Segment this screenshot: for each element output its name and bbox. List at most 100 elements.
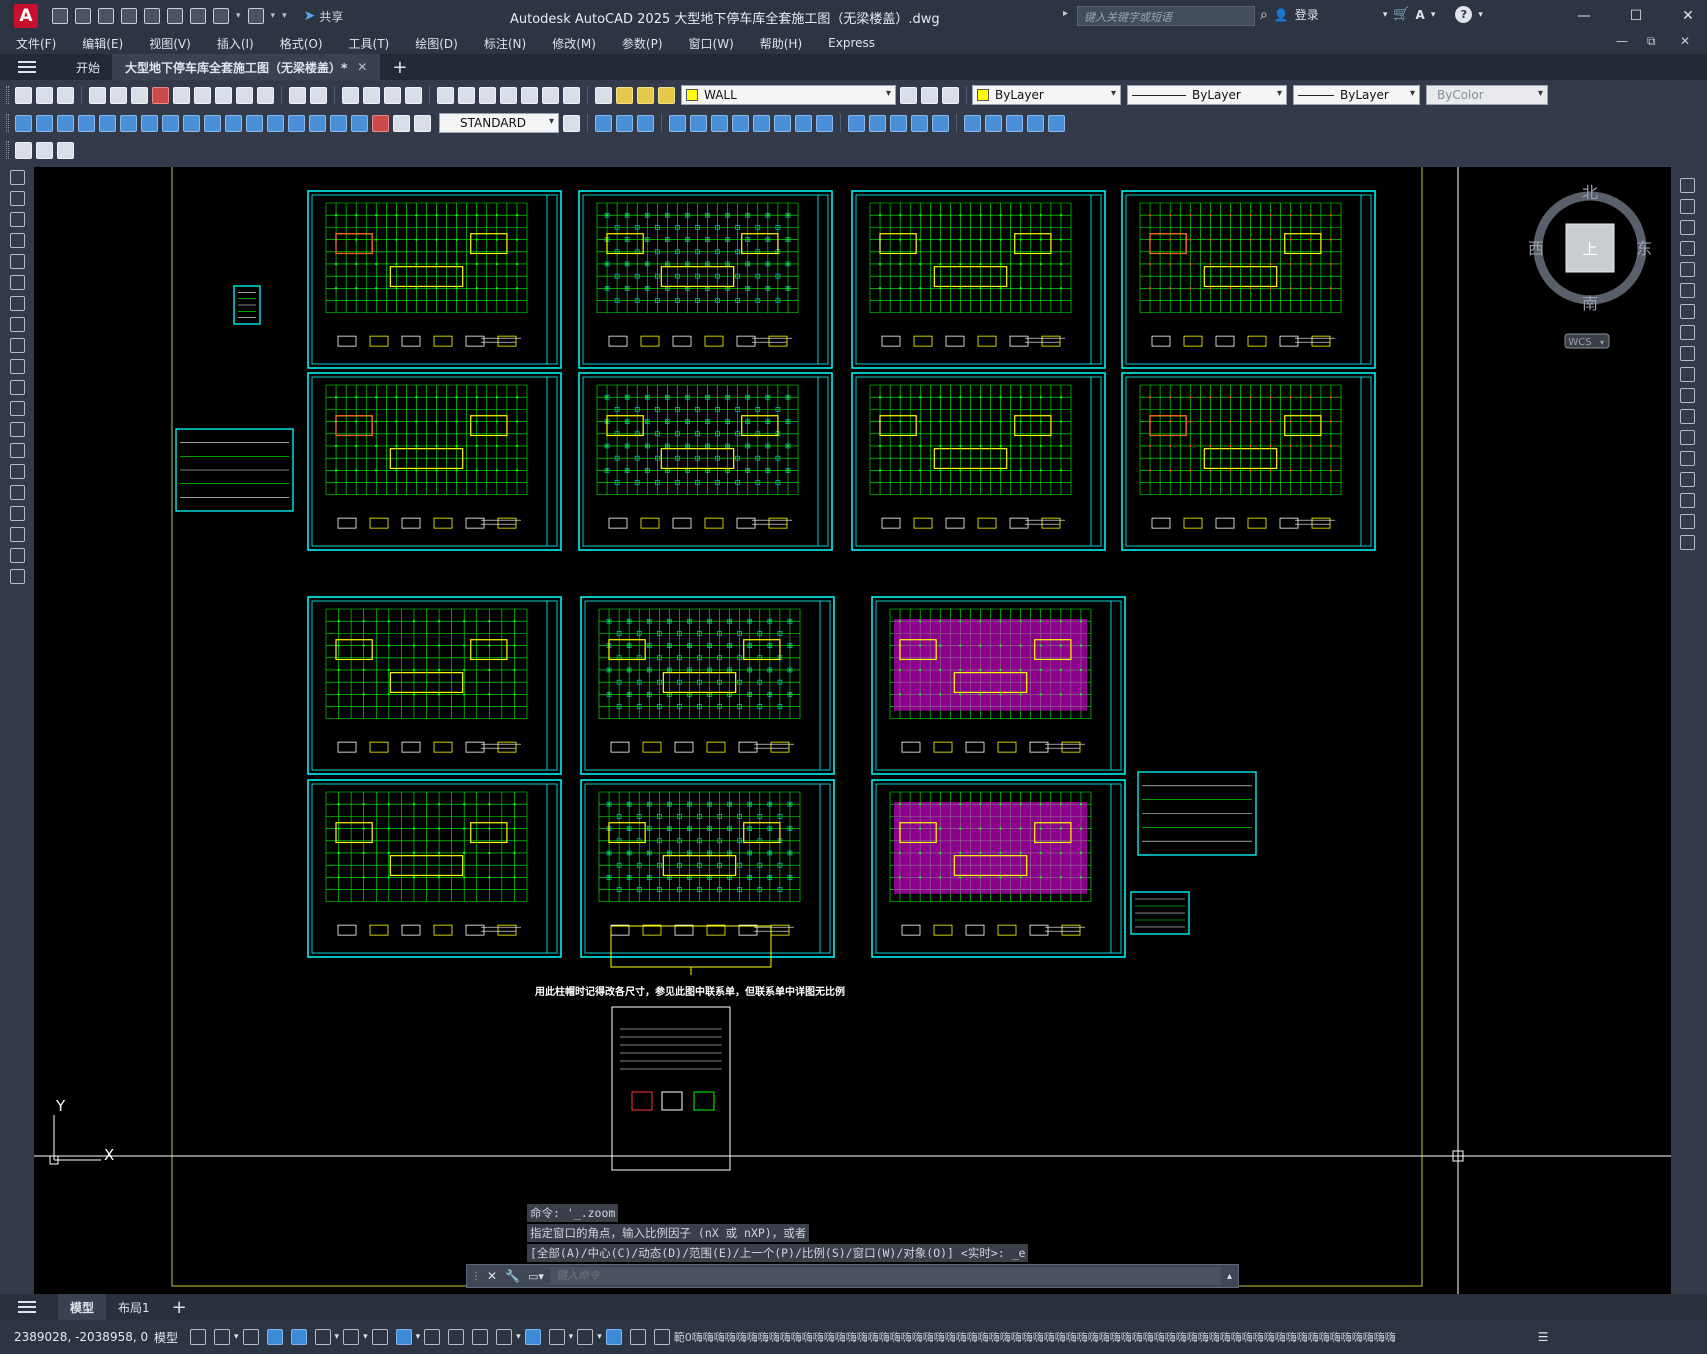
view-bottom-icon[interactable] xyxy=(616,114,633,132)
tab-model[interactable]: 模型 xyxy=(58,1294,107,1320)
wrench-icon[interactable]: 🔧 xyxy=(505,1269,520,1283)
open-file-icon[interactable] xyxy=(36,86,53,104)
block-editor-icon[interactable] xyxy=(257,86,274,104)
menu-edit[interactable]: 编辑(E) xyxy=(82,35,123,52)
center-mark-icon[interactable] xyxy=(309,114,326,132)
ellipse-arc-icon[interactable] xyxy=(9,380,25,395)
menu-modify[interactable]: 修改(M) xyxy=(552,35,596,52)
quick-dim-icon[interactable] xyxy=(183,114,200,132)
coordinates-readout[interactable]: 2389028, -2038958, 0 xyxy=(14,1330,154,1344)
line-icon[interactable] xyxy=(9,170,25,185)
toolbar-grip[interactable] xyxy=(6,114,9,132)
help-icon[interactable]: ? xyxy=(1455,6,1473,23)
ucs-x-icon[interactable] xyxy=(1048,114,1065,132)
selection-cycling-icon[interactable] xyxy=(472,1329,489,1345)
isodraft-icon[interactable] xyxy=(343,1329,360,1345)
hatch-icon[interactable] xyxy=(9,464,25,479)
join-icon[interactable] xyxy=(1679,451,1695,466)
continue-dim-icon[interactable] xyxy=(225,114,242,132)
rectangle-icon[interactable] xyxy=(9,254,25,269)
redo-icon[interactable] xyxy=(247,8,264,24)
point-icon[interactable] xyxy=(9,443,25,458)
ordinate-dim-icon[interactable] xyxy=(78,114,95,132)
zoom-previous-icon[interactable] xyxy=(405,86,422,104)
view-top-icon[interactable] xyxy=(595,114,612,132)
maximize-button[interactable]: ☐ xyxy=(1618,4,1654,28)
view-se-iso-icon[interactable] xyxy=(753,114,770,132)
tab-document[interactable]: 大型地下停车库全套施工图（无梁楼盖）* ✕ xyxy=(113,54,381,80)
new-icon[interactable] xyxy=(52,8,68,24)
compass-north-label[interactable]: 北 xyxy=(1582,183,1598,202)
redo-tool-icon[interactable] xyxy=(310,86,327,104)
autodesk-app-icon[interactable]: A xyxy=(1416,8,1425,22)
grid-icon[interactable] xyxy=(190,1329,207,1345)
ucs-view-icon[interactable] xyxy=(964,114,981,132)
layer-properties-icon[interactable] xyxy=(595,86,612,104)
add-layout-button[interactable]: + xyxy=(172,1297,187,1318)
view-ne-iso-icon[interactable] xyxy=(774,114,791,132)
search-icon[interactable]: ⌕ xyxy=(1260,7,1268,23)
lineweight-combo[interactable]: ByLayer ▾ xyxy=(1293,85,1420,105)
new-tab-button[interactable]: + xyxy=(392,57,407,78)
view-right-icon[interactable] xyxy=(669,114,686,132)
table-icon[interactable] xyxy=(9,527,25,542)
help-dropdown-icon[interactable]: ▾ xyxy=(1478,10,1483,20)
dim-text-edit-icon[interactable] xyxy=(393,114,410,132)
customize-qa-icon[interactable]: ▾ xyxy=(282,11,287,21)
3d-print-icon[interactable] xyxy=(152,86,169,104)
dim-space-icon[interactable] xyxy=(246,114,263,132)
doc-minimize-button[interactable]: — xyxy=(1616,34,1628,48)
model-space-button[interactable]: 模型 xyxy=(154,1329,178,1346)
cart-icon[interactable]: 🛒 xyxy=(1393,7,1409,22)
menu-help[interactable]: 帮助(H) xyxy=(760,35,802,52)
recent-commands-icon[interactable]: ▭▾ xyxy=(528,1270,544,1283)
gradient-icon[interactable] xyxy=(9,485,25,500)
trim-icon[interactable] xyxy=(1679,367,1695,382)
open-web-icon[interactable] xyxy=(144,8,160,24)
layout-template-icon[interactable] xyxy=(36,141,53,159)
ucs-origin-icon[interactable] xyxy=(985,114,1002,132)
blend-icon[interactable] xyxy=(1679,514,1695,529)
user-icon[interactable]: 👤 xyxy=(1274,8,1289,22)
angular-dim-icon[interactable] xyxy=(162,114,179,132)
dim-edit-icon[interactable] xyxy=(372,114,389,132)
command-input[interactable] xyxy=(549,1267,1221,1285)
offset-icon[interactable] xyxy=(1679,241,1695,256)
make-block-icon[interactable] xyxy=(9,422,25,437)
layer-combo[interactable]: WALL ▾ xyxy=(681,85,896,105)
file-tabs-menu-icon[interactable] xyxy=(18,61,36,73)
pan-icon[interactable] xyxy=(342,86,359,104)
fillet-icon[interactable] xyxy=(1679,493,1695,508)
break-icon[interactable] xyxy=(1679,430,1695,445)
command-history-toggle-icon[interactable]: ▴ xyxy=(1227,1271,1232,1282)
spline-icon[interactable] xyxy=(9,338,25,353)
menu-insert[interactable]: 插入(I) xyxy=(217,35,254,52)
ucs-previous-icon[interactable] xyxy=(890,114,907,132)
mirror-icon[interactable] xyxy=(1679,220,1695,235)
polar-dropdown-icon[interactable]: ▾ xyxy=(335,1332,340,1342)
qnew-icon[interactable] xyxy=(15,86,32,104)
menu-draw[interactable]: 绘图(D) xyxy=(415,35,458,52)
named-views-icon[interactable] xyxy=(816,114,833,132)
linetype-combo[interactable]: ByLayer ▾ xyxy=(1127,85,1287,105)
doc-close-button[interactable]: ✕ xyxy=(1680,34,1690,48)
menu-tools[interactable]: 工具(T) xyxy=(349,35,390,52)
selection-filter-icon[interactable] xyxy=(548,1329,565,1345)
customize-status-icon[interactable]: ☰ xyxy=(1538,1330,1549,1344)
dynamic-input-icon[interactable] xyxy=(266,1329,283,1345)
explode-icon[interactable] xyxy=(1679,535,1695,550)
markup-icon[interactable] xyxy=(521,86,538,104)
region-icon[interactable] xyxy=(9,506,25,521)
stretch-icon[interactable] xyxy=(1679,346,1695,361)
menu-format[interactable]: 格式(O) xyxy=(280,35,323,52)
layer-on-icon[interactable] xyxy=(616,86,633,104)
help-tool-icon[interactable] xyxy=(563,86,580,104)
properties-icon[interactable] xyxy=(437,86,454,104)
plot-file-icon[interactable] xyxy=(89,86,106,104)
dim-break-icon[interactable] xyxy=(267,114,284,132)
app-dropdown-icon[interactable]: ▾ xyxy=(1431,10,1436,20)
annotation-visibility-icon[interactable] xyxy=(605,1329,622,1345)
view-nw-iso-icon[interactable] xyxy=(795,114,812,132)
aligned-dim-icon[interactable] xyxy=(36,114,53,132)
new-layout-icon[interactable] xyxy=(15,141,32,159)
